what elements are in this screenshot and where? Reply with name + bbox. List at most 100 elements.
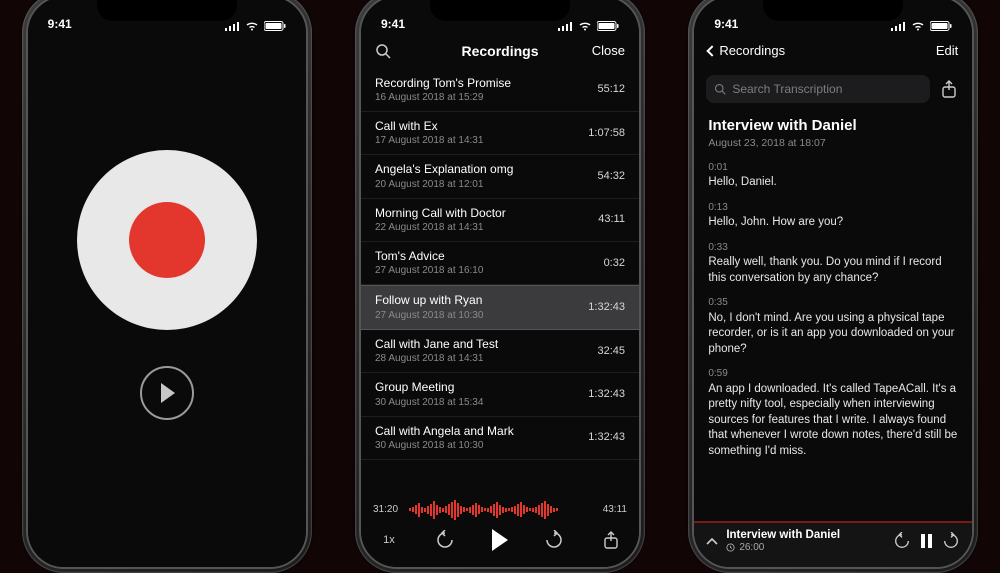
row-title: Call with Angela and Mark [375,424,514,438]
row-duration: 1:07:58 [588,127,625,139]
row-duration: 55:12 [597,83,625,95]
list-item[interactable]: Tom's Advice27 August 2018 at 16:100:32 [361,242,639,285]
segment-time: 0:01 [708,161,958,175]
device-notch [430,0,570,21]
wifi-icon [578,21,592,31]
list-item[interactable]: Angela's Explanation omg20 August 2018 a… [361,155,639,198]
skip-back-icon [893,532,911,550]
segment-text: An app I downloaded. It's called TapeACa… [708,382,958,460]
list-item[interactable]: Call with Jane and Test 28 August 2018 at… [361,330,639,373]
search-input[interactable]: Search Transcription [706,75,930,103]
row-subtitle: 22 August 2018 at 14:31 [375,222,506,233]
row-duration: 1:32:43 [588,388,625,400]
segment-text: Hello, Daniel. [708,175,958,191]
elapsed-time: 31:20 [373,504,401,515]
play-bar: 31:20 43:11 1x [361,493,639,567]
transcript-body[interactable]: 0:01Hello, Daniel. 0:13Hello, John. How a… [694,153,972,521]
record-button[interactable] [77,150,257,330]
play-icon [161,383,175,403]
list-item[interactable]: Group Meeting30 August 2018 at 15:341:32… [361,373,639,416]
mini-player: Interview with Daniel 26:00 [694,521,972,567]
expand-player-button[interactable] [706,537,718,545]
waveform-scrubber[interactable] [409,499,591,521]
share-button[interactable] [601,530,621,550]
skip-forward-button[interactable] [942,532,960,550]
skip-back-icon [435,530,455,550]
speed-button[interactable]: 1x [379,530,399,550]
phone-record: 9:41 [22,0,312,573]
transcript-segment[interactable]: 0:59An app I downloaded. It's called Tap… [708,367,958,459]
play-button[interactable] [140,366,194,420]
row-title: Call with Jane and Test [375,337,498,351]
battery-icon [930,21,952,31]
chevron-left-icon [707,45,718,56]
clock-icon [726,543,735,552]
doc-title: Interview with Daniel [708,117,958,134]
wifi-icon [245,21,259,31]
skip-forward-icon [942,532,960,550]
transcript-segment[interactable]: 0:01Hello, Daniel. [708,161,958,191]
list-item[interactable]: Call with Ex 17 August 2018 at 14:31 1:07:… [361,112,639,155]
row-title: Angela's Explanation omg [375,162,513,176]
segment-time: 0:33 [708,241,958,255]
row-subtitle: 27 August 2018 at 10:30 [375,310,483,321]
row-title: Follow up with Ryan [375,293,483,307]
segment-time: 0:35 [708,296,958,310]
battery-icon [264,21,286,31]
row-duration: 0:32 [604,257,625,269]
mini-title: Interview with Daniel [726,529,885,541]
row-subtitle: 28 August 2018 at 14:31 [375,353,498,364]
list-item[interactable]: Follow up with Ryan 27 August 2018 at 10:… [361,285,639,329]
search-button[interactable] [375,43,419,59]
skip-forward-button[interactable] [544,530,564,550]
transcript-segment[interactable]: 0:33Really well, thank you. Do you mind … [708,241,958,287]
back-button[interactable]: Recordings [708,43,785,58]
transcript-segment[interactable]: 0:35No, I don't mind. Are you using a ph… [708,296,958,357]
play-button[interactable] [492,529,508,551]
segment-text: No, I don't mind. Are you using a physic… [708,311,958,358]
close-button[interactable]: Close [581,43,625,58]
share-button[interactable] [938,78,960,100]
device-notch [763,0,903,21]
back-label: Recordings [719,43,785,58]
status-time: 9:41 [381,17,405,31]
row-duration: 54:32 [597,170,625,182]
segment-text: Hello, John. How are you? [708,215,958,231]
search-placeholder: Search Transcription [732,82,842,96]
skip-forward-icon [544,530,564,550]
signal-icon [891,21,906,31]
pause-button[interactable] [921,534,932,548]
edit-button[interactable]: Edit [914,43,958,58]
battery-icon [597,21,619,31]
recordings-list[interactable]: Recording Tom's Promise 16 August 2018 at… [361,69,639,493]
skip-back-button[interactable] [435,530,455,550]
signal-icon [558,21,573,31]
share-icon [941,80,957,98]
doc-subtitle: August 23, 2018 at 18:07 [708,137,958,149]
list-item[interactable]: Recording Tom's Promise 16 August 2018 at… [361,69,639,112]
status-time: 9:41 [48,17,72,31]
list-item[interactable]: Call with Angela and Mark30 August 2018 … [361,417,639,460]
row-subtitle: 30 August 2018 at 15:34 [375,397,483,408]
list-item[interactable]: Morning Call with Doctor 22 August 2018 a… [361,199,639,242]
mini-time: 26:00 [739,542,764,553]
row-duration: 1:32:43 [588,301,625,313]
row-subtitle: 16 August 2018 at 15:29 [375,92,511,103]
row-duration: 43:11 [598,213,625,225]
phone-recordings: 9:41 Recordings Close Recording Tom's Pr… [355,0,645,573]
skip-back-button[interactable] [893,532,911,550]
row-title: Morning Call with Doctor [375,206,506,220]
row-title: Call with Ex [375,119,483,133]
row-duration: 32:45 [597,345,625,357]
nav-bar: Recordings Edit [694,33,972,69]
row-subtitle: 17 August 2018 at 14:31 [375,135,483,146]
nav-bar: Recordings Close [361,33,639,69]
transcript-segment[interactable]: 0:13Hello, John. How are you? [708,201,958,231]
nav-title: Recordings [461,43,538,59]
total-time: 43:11 [599,504,627,515]
row-title: Recording Tom's Promise [375,76,511,90]
row-title: Tom's Advice [375,249,483,263]
share-icon [603,531,619,549]
doc-header: Interview with Daniel August 23, 2018 at… [694,109,972,153]
phone-transcription: 9:41 Recordings Edit Search Trans [688,0,978,573]
